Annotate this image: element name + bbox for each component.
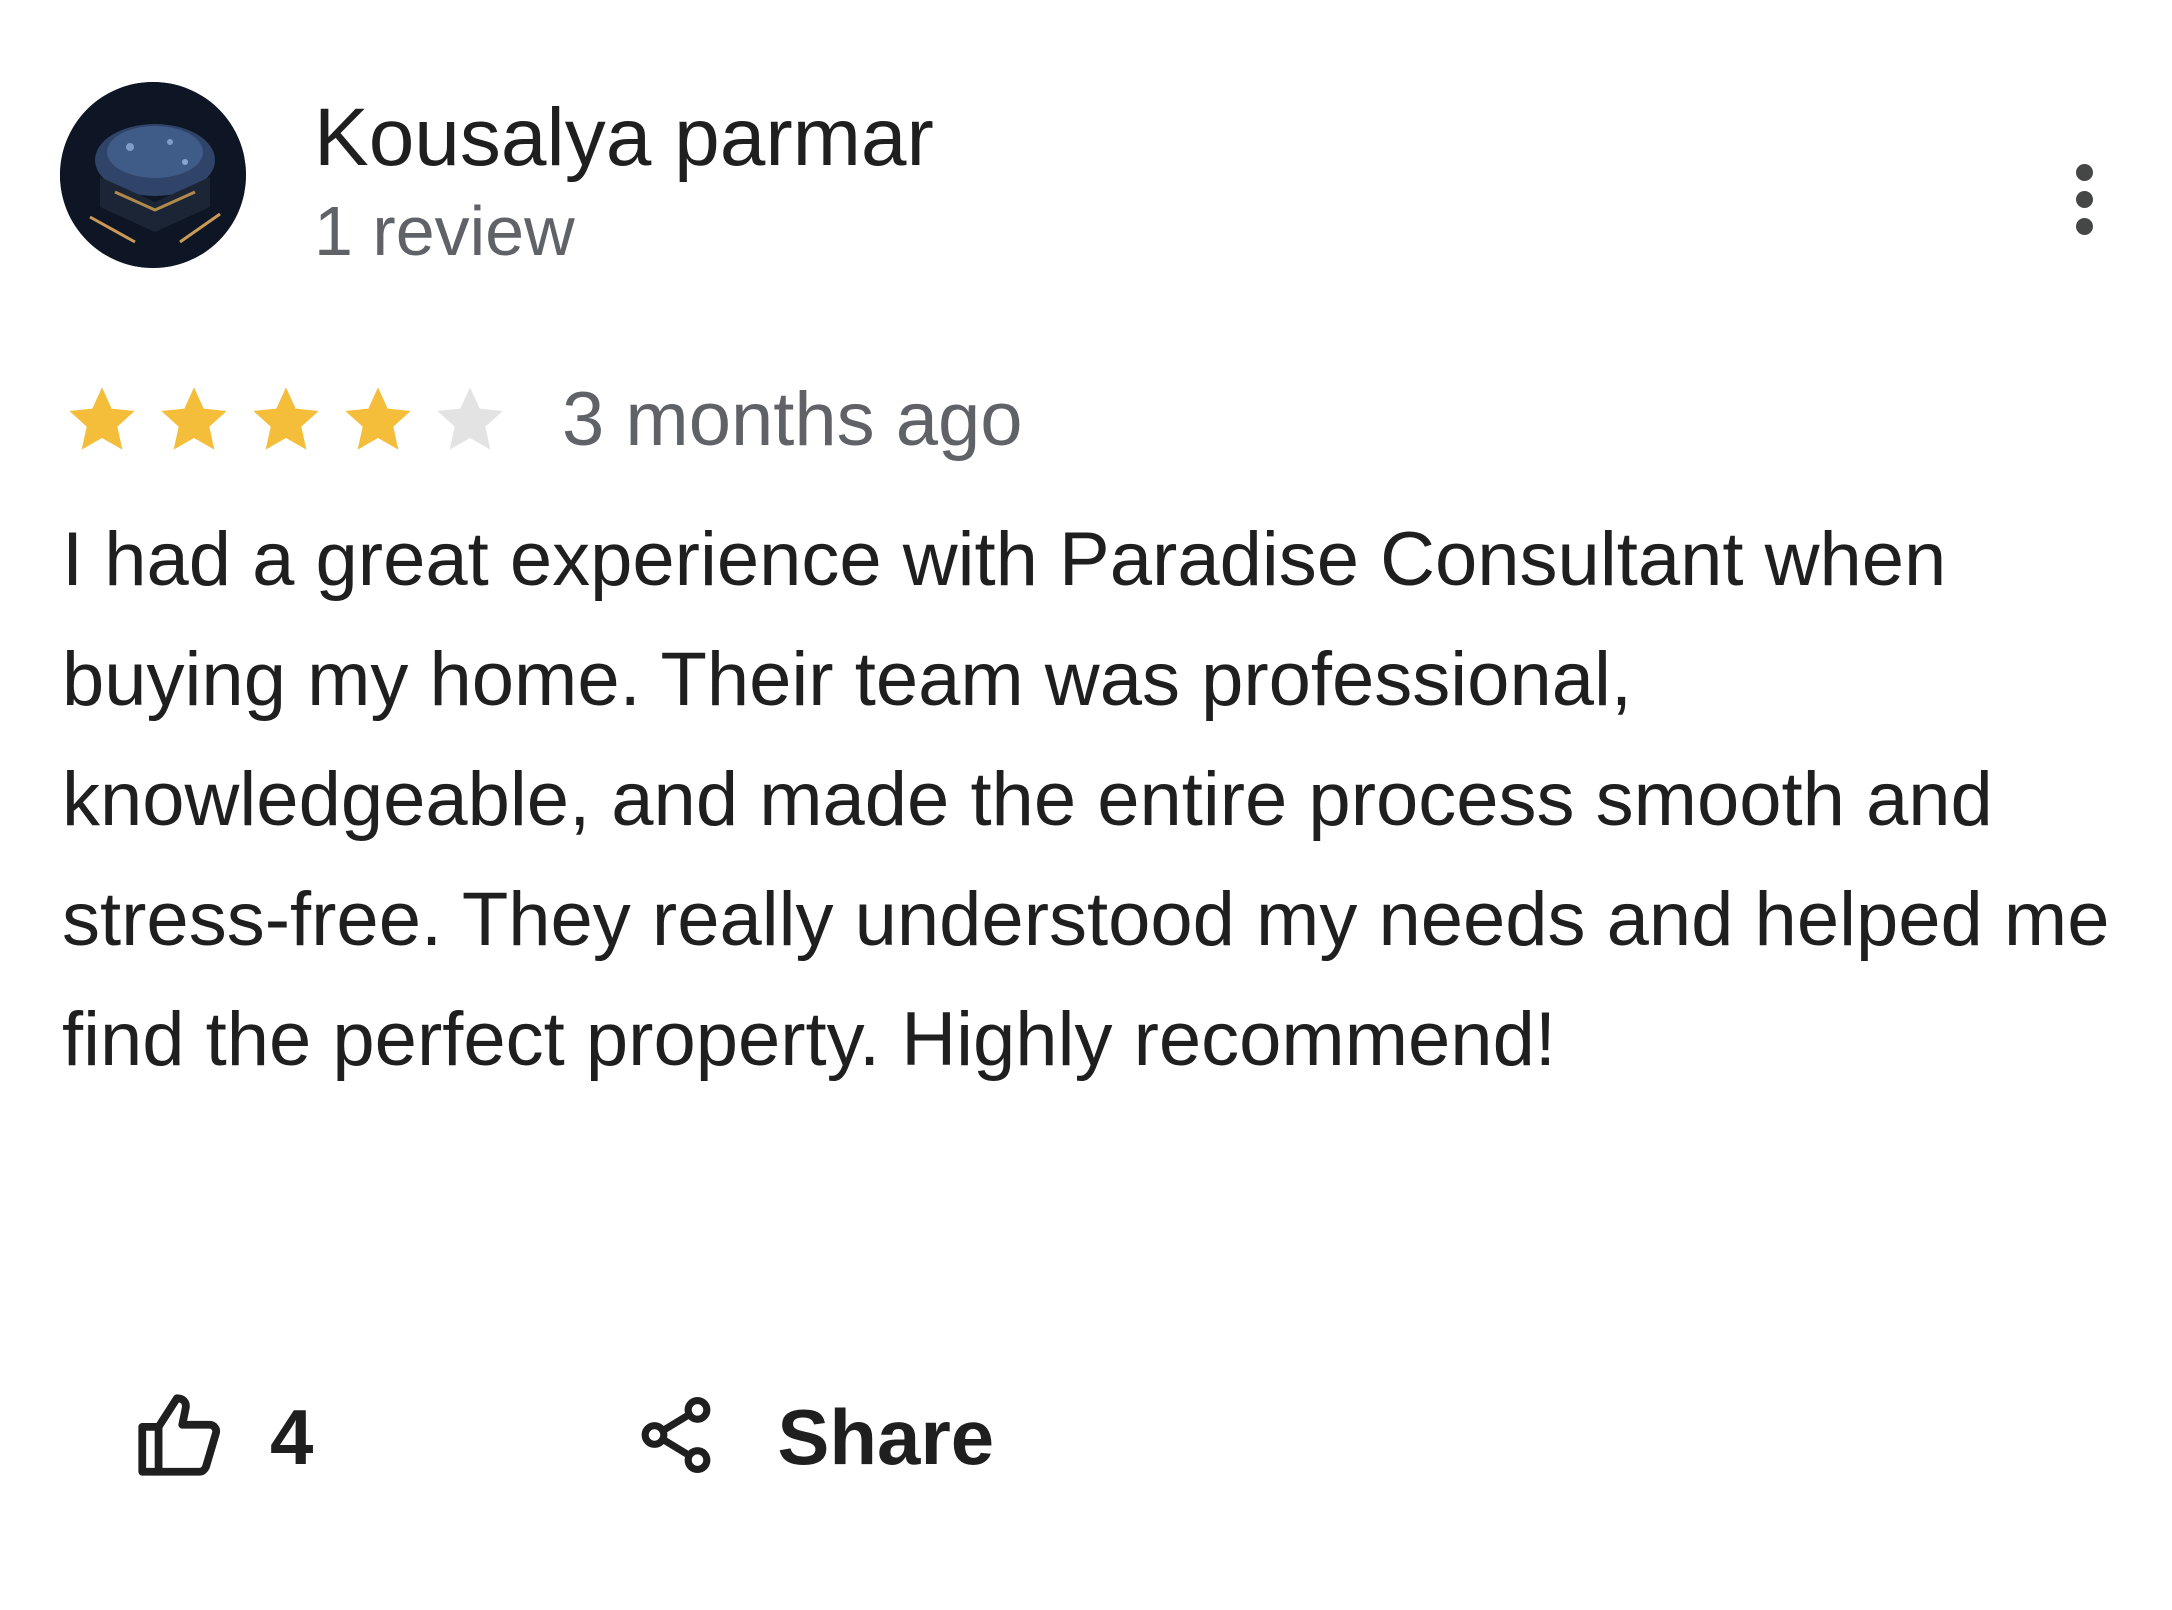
star-empty-icon xyxy=(430,380,510,460)
share-button[interactable]: Share xyxy=(633,1392,994,1483)
more-options-button[interactable] xyxy=(2054,144,2114,254)
like-count: 4 xyxy=(270,1392,314,1481)
review-time: 3 months ago xyxy=(562,377,1023,462)
reviewer-name[interactable]: Kousalya parmar xyxy=(314,90,934,186)
share-label: Share xyxy=(777,1392,995,1481)
avatar-image xyxy=(60,82,246,268)
more-vert-icon xyxy=(2075,163,2093,235)
review-text: I had a great experience with Paradise C… xyxy=(62,517,2110,1082)
rating-row: 3 months ago xyxy=(62,370,1023,470)
review-header: Kousalya parmar 1 review xyxy=(60,82,2120,272)
star-filled-icon xyxy=(338,380,418,460)
like-button[interactable]: 4 xyxy=(130,1386,313,1489)
reviewer-review-count[interactable]: 1 review xyxy=(314,186,934,276)
reviewer-info: Kousalya parmar 1 review xyxy=(314,90,934,276)
star-filled-icon xyxy=(246,380,326,460)
thumb-up-icon xyxy=(130,1386,228,1489)
share-icon xyxy=(633,1392,719,1483)
star-filled-icon xyxy=(154,380,234,460)
star-rating xyxy=(62,380,510,460)
review-actions: 4 Share xyxy=(130,1382,994,1492)
review-card: Kousalya parmar 1 review 3 months ago I … xyxy=(0,0,2172,1610)
star-filled-icon xyxy=(62,380,142,460)
avatar[interactable] xyxy=(60,82,246,268)
